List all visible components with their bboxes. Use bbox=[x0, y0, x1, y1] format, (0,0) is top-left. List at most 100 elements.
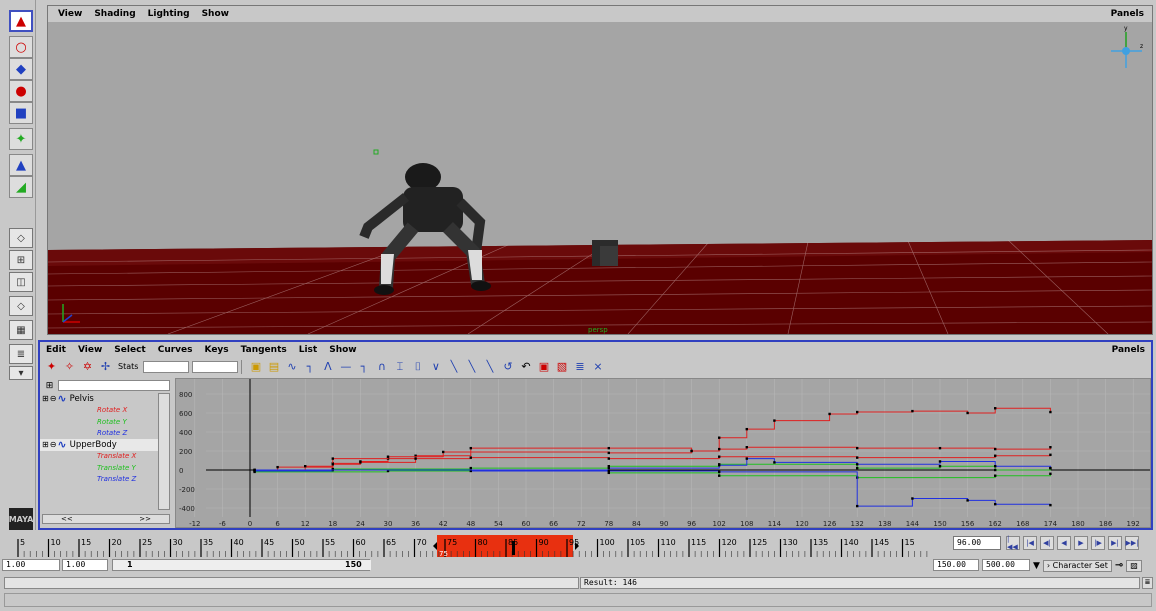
insert-key-tool-icon[interactable]: ✧ bbox=[62, 360, 77, 374]
keyframe-point[interactable] bbox=[442, 450, 445, 454]
keyframe-point[interactable] bbox=[911, 409, 914, 413]
keyframe-point[interactable] bbox=[773, 419, 776, 422]
keyframe-point[interactable] bbox=[718, 455, 721, 458]
keyframe-point[interactable] bbox=[856, 446, 859, 450]
step-forward-frame-icon[interactable]: |▶ bbox=[1091, 536, 1105, 550]
keyframe-point[interactable] bbox=[718, 464, 721, 467]
keyframe-point[interactable] bbox=[469, 446, 472, 450]
keyframe-point[interactable] bbox=[856, 456, 859, 459]
keyframe-point[interactable] bbox=[331, 457, 334, 460]
ge-menu-keys[interactable]: Keys bbox=[205, 345, 229, 355]
viewport-menu-lighting[interactable]: Lighting bbox=[148, 9, 190, 19]
key-icon[interactable]: ⊸ bbox=[1115, 560, 1123, 571]
keyframe-point[interactable] bbox=[856, 463, 859, 466]
keyframe-point[interactable] bbox=[1049, 466, 1052, 470]
view-cube-gizmo-icon[interactable]: y z bbox=[1106, 24, 1146, 74]
add-key-tool-icon[interactable]: ✡ bbox=[80, 360, 95, 374]
keyframe-point[interactable] bbox=[994, 407, 997, 410]
dropdown-arrow-icon[interactable]: ▼ bbox=[1033, 561, 1040, 571]
time-slider-track[interactable]: 5101520253035404550556065707580859095100… bbox=[8, 535, 948, 557]
keyframe-point[interactable] bbox=[745, 427, 748, 431]
stats-frame-field[interactable] bbox=[143, 360, 190, 373]
keyframe-point[interactable] bbox=[469, 456, 472, 459]
keyframe-point[interactable] bbox=[773, 461, 776, 464]
range-slider-handle[interactable] bbox=[113, 560, 371, 570]
keyframe-point[interactable] bbox=[253, 468, 256, 472]
go-to-end-icon[interactable]: ▶▶| bbox=[1125, 536, 1139, 550]
step-tangent-icon[interactable]: ┐ bbox=[356, 360, 371, 374]
keyframe-point[interactable] bbox=[938, 460, 942, 463]
playback-start-field[interactable]: 1.00 bbox=[62, 559, 108, 571]
lattice-deform-keys-icon[interactable]: ✢ bbox=[98, 360, 113, 374]
keyframe-point[interactable] bbox=[745, 446, 748, 449]
collapse-icon[interactable]: ⊖ bbox=[50, 440, 57, 449]
outliner-attr-translate-x[interactable]: Translate X bbox=[40, 451, 158, 463]
unify-tangents-icon[interactable]: ╲ bbox=[446, 360, 461, 374]
ge-panels-menu[interactable]: Panels bbox=[1112, 345, 1151, 355]
select-tool-icon[interactable]: ▲ bbox=[9, 10, 33, 32]
perspective-viewport[interactable]: View Shading Lighting Show Panels persp … bbox=[47, 5, 1153, 335]
frame-playback-range-icon[interactable]: ▤ bbox=[266, 360, 281, 374]
ge-menu-view[interactable]: View bbox=[78, 345, 102, 355]
clamped-tangent-icon[interactable]: ┐ bbox=[302, 360, 317, 374]
keyframe-point[interactable] bbox=[607, 446, 610, 450]
post-infinity-cycle-icon[interactable]: ↶ bbox=[518, 360, 533, 374]
outliner-attr-translate-y[interactable]: Translate Y bbox=[40, 462, 158, 474]
keyframe-point[interactable] bbox=[607, 466, 610, 470]
viewport-menu-shading[interactable]: Shading bbox=[94, 9, 135, 19]
keyframe-point[interactable] bbox=[1049, 446, 1052, 449]
scroll-right-button[interactable]: >> bbox=[139, 515, 151, 523]
ge-menu-list[interactable]: List bbox=[299, 345, 317, 355]
show-manipulator-tool-icon[interactable]: ◢ bbox=[9, 176, 33, 198]
move-tool-icon[interactable]: ● bbox=[9, 80, 33, 102]
viewport-panels-menu[interactable]: Panels bbox=[1111, 9, 1152, 19]
keyframe-point[interactable] bbox=[304, 465, 307, 468]
keyframe-point[interactable] bbox=[911, 497, 914, 500]
stats-value-field[interactable] bbox=[192, 360, 239, 373]
current-time-indicator[interactable] bbox=[512, 541, 515, 555]
persp-trax-layout-icon[interactable]: ≣ bbox=[9, 344, 33, 364]
move-key-tool-icon[interactable]: ✦ bbox=[44, 360, 59, 374]
range-slider-bar[interactable]: 1 150 bbox=[112, 559, 371, 571]
curve-graph-canvas[interactable]: -12 -6 0 6 12 18 24 30 36 42 48 54 60 66 72 78 84 90 96 102… bbox=[176, 379, 1151, 528]
curve-rotate-x[interactable] bbox=[254, 407, 1051, 471]
keyframe-point[interactable] bbox=[469, 466, 472, 470]
pre-infinity-cycle-icon[interactable]: ↺ bbox=[500, 360, 515, 374]
persp-graph-layout-icon[interactable]: ◇ bbox=[9, 296, 33, 316]
break-tangents-icon[interactable]: ∨ bbox=[428, 360, 443, 374]
scroll-left-button[interactable]: << bbox=[61, 515, 73, 523]
keyframe-point[interactable] bbox=[386, 455, 390, 458]
go-to-start-icon[interactable]: |◀◀ bbox=[1006, 535, 1020, 551]
free-tangent-weight-icon[interactable]: ╲ bbox=[464, 360, 479, 374]
play-forwards-icon[interactable]: ▶ bbox=[1074, 536, 1088, 550]
keyframe-point[interactable] bbox=[331, 463, 334, 466]
curve-graph-area[interactable]: -12 -6 0 6 12 18 24 30 36 42 48 54 60 66 72 78 84 90 96 102… bbox=[175, 378, 1151, 528]
outliner-attr-rotate-y[interactable]: Rotate Y bbox=[40, 416, 158, 428]
auto-key-icon[interactable]: ▨ bbox=[1126, 559, 1142, 572]
character-set-menu[interactable]: › Character Set bbox=[1042, 559, 1112, 572]
keyframe-point[interactable] bbox=[856, 466, 859, 470]
ge-menu-tangents[interactable]: Tangents bbox=[241, 345, 287, 355]
viewport-menu-show[interactable]: Show bbox=[202, 9, 229, 19]
outliner-vertical-scrollbar[interactable] bbox=[158, 393, 170, 510]
keyframe-point[interactable] bbox=[938, 446, 942, 450]
keyframe-point[interactable] bbox=[1049, 503, 1052, 507]
keyframe-point[interactable] bbox=[745, 457, 748, 460]
ge-menu-select[interactable]: Select bbox=[114, 345, 145, 355]
expand-icon[interactable]: ⊞ bbox=[42, 440, 49, 449]
lock-tangent-weight-icon[interactable]: ╲ bbox=[482, 360, 497, 374]
keyframe-point[interactable] bbox=[718, 447, 721, 451]
outliner-node-upperbody[interactable]: ⊞ ⊖ ∿ UpperBody bbox=[40, 438, 158, 451]
keyframe-point[interactable] bbox=[994, 503, 997, 506]
keyframe-point[interactable] bbox=[718, 436, 721, 439]
step-back-frame-icon[interactable]: ◀| bbox=[1040, 536, 1054, 550]
lasso-tool-icon[interactable]: ○ bbox=[9, 36, 33, 58]
four-view-layout-icon[interactable]: ⊞ bbox=[9, 250, 33, 270]
outliner-horizontal-scrollbar[interactable]: << >> bbox=[42, 514, 170, 524]
ge-menu-curves[interactable]: Curves bbox=[158, 345, 193, 355]
buffer-curve-snapshot-icon[interactable]: ⌶ bbox=[392, 360, 407, 374]
script-editor-icon[interactable]: ≣ bbox=[1142, 577, 1153, 589]
keyframe-point[interactable] bbox=[994, 447, 997, 451]
keyframe-point[interactable] bbox=[994, 474, 997, 477]
animation-start-field[interactable]: 1.00 bbox=[2, 559, 60, 571]
